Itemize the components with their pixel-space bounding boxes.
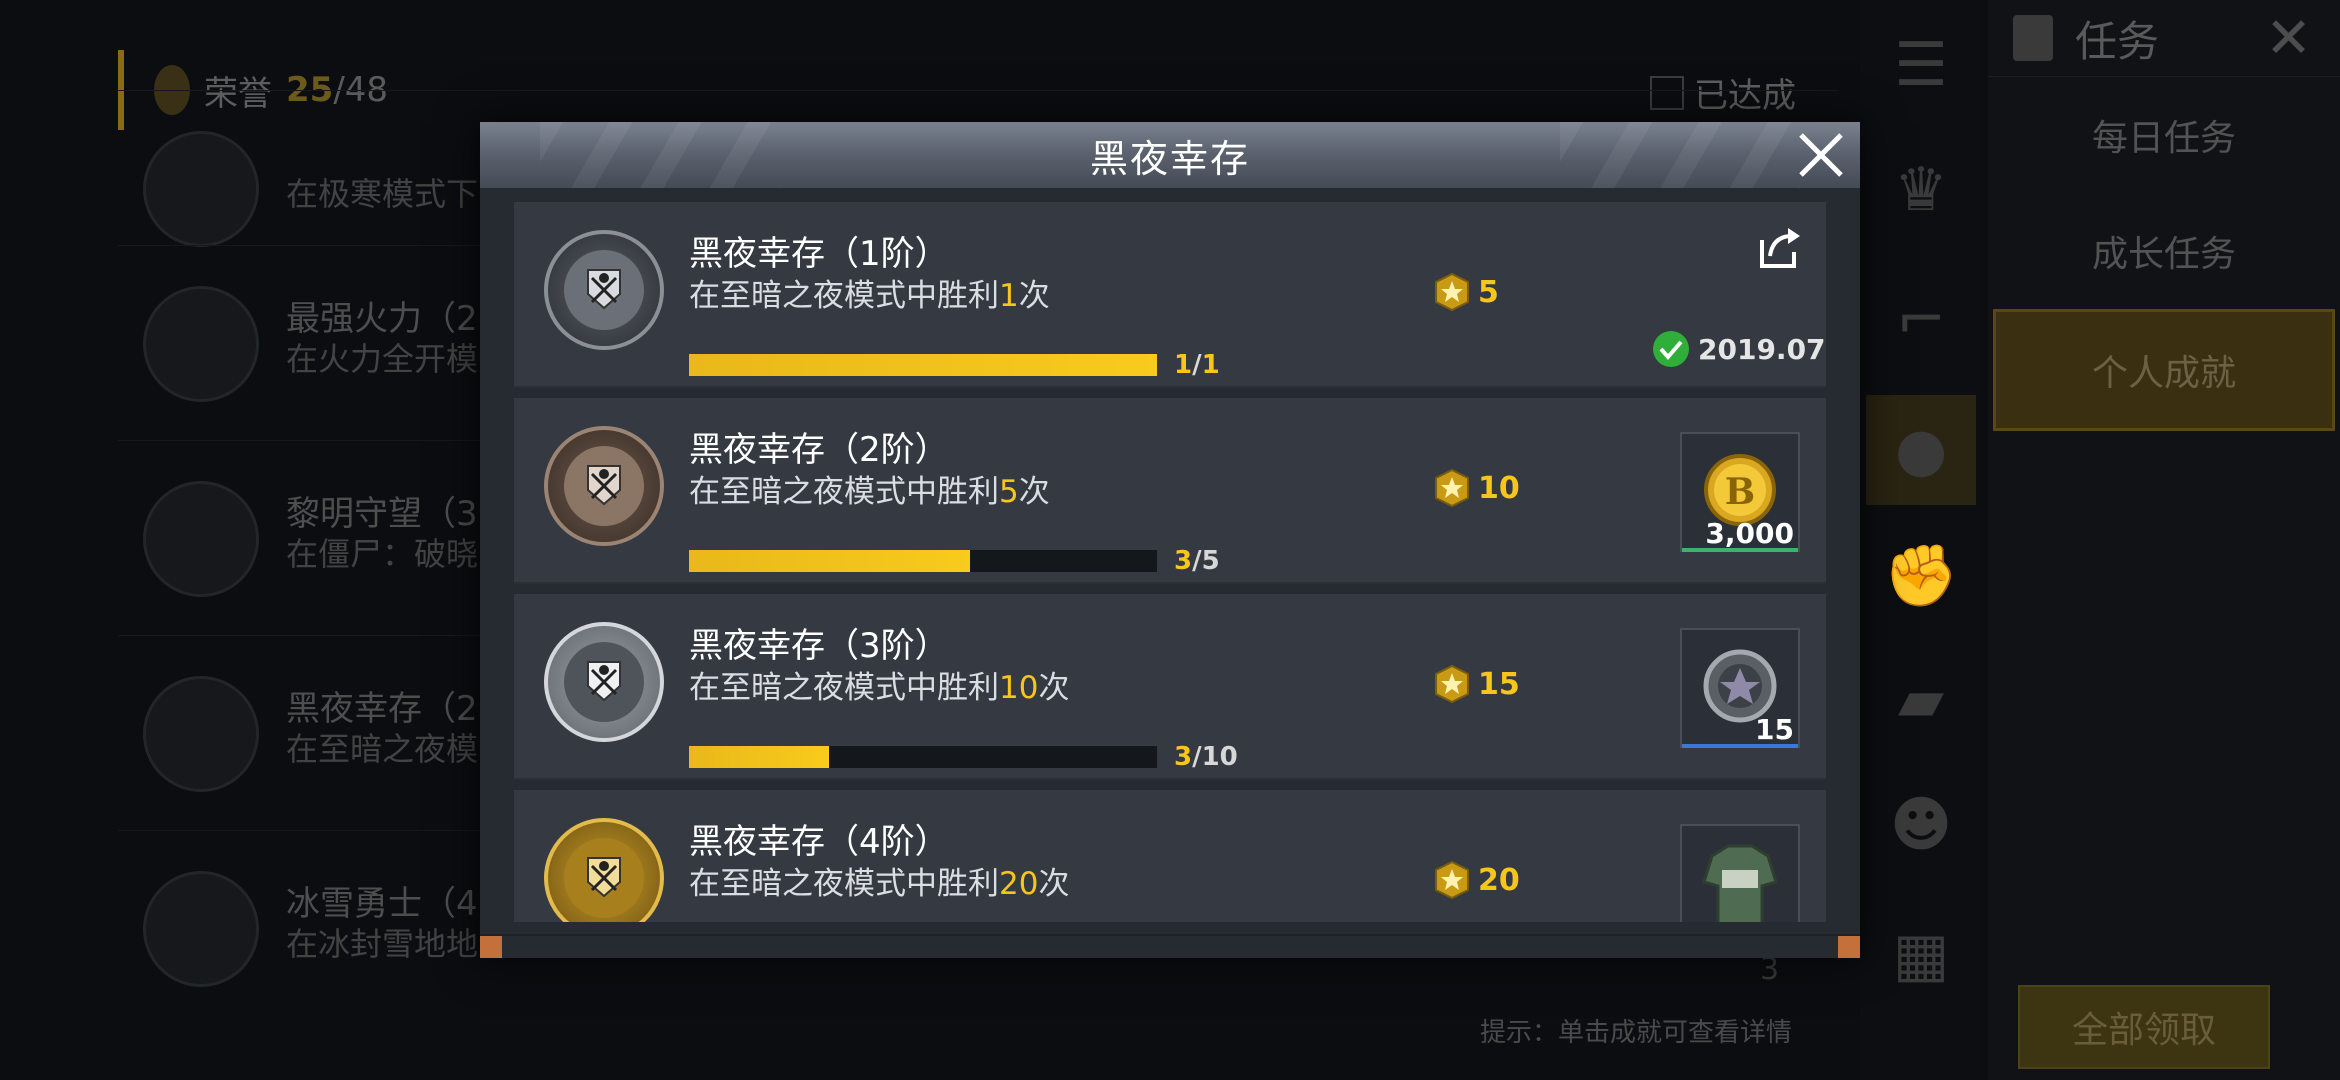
corner-decoration bbox=[480, 936, 502, 958]
list-item-desc: 在火力全开模 bbox=[286, 340, 479, 378]
tier-desc: 在至暗之夜模式中胜利10次 bbox=[689, 670, 1070, 706]
tier-name: 黑夜幸存（1阶） bbox=[689, 234, 949, 274]
friends-icon[interactable]: ☻ bbox=[1876, 780, 1966, 870]
menu-icon[interactable]: ☰ bbox=[1876, 20, 1966, 110]
tier-desc: 在至暗之夜模式中胜利20次 bbox=[689, 866, 1070, 902]
achievement-detail-modal: 黑夜幸存 黑夜幸存（1阶） 在至暗之夜模式中胜利1次 1/1 5 2019.07… bbox=[480, 122, 1860, 958]
progress-bar bbox=[689, 550, 1157, 572]
tier-row-1[interactable]: 黑夜幸存（1阶） 在至暗之夜模式中胜利1次 1/1 5 2019.07.17 bbox=[514, 202, 1826, 388]
vehicle-icon[interactable]: ▰ bbox=[1876, 655, 1966, 745]
progress-count: 3/5 bbox=[1174, 546, 1220, 576]
muscle-icon[interactable]: ✊ bbox=[1876, 530, 1966, 620]
reward-item[interactable] bbox=[1680, 824, 1800, 922]
close-icon bbox=[1799, 133, 1843, 177]
star-badge-icon bbox=[1435, 664, 1469, 704]
close-icon[interactable]: ✕ bbox=[2265, 6, 2312, 71]
reward-amount: 15 bbox=[1755, 713, 1794, 746]
modal-footer bbox=[480, 934, 1860, 958]
tier-desc: 在至暗之夜模式中胜利5次 bbox=[689, 474, 1050, 510]
tier-row-2[interactable]: 黑夜幸存（2阶） 在至暗之夜模式中胜利5次 3/5 10 B 3,000 bbox=[514, 398, 1826, 584]
achievement-points: 5 bbox=[1432, 272, 1499, 312]
list-item-desc: 在僵尸：破晓 bbox=[286, 535, 479, 573]
crossed-rifles-icon bbox=[587, 661, 621, 702]
completion-date: 2019.07.17 bbox=[1698, 332, 1826, 366]
pistol-icon[interactable]: ⌐ bbox=[1876, 275, 1966, 365]
star-badge-icon bbox=[1435, 468, 1469, 508]
task-panel-title: 任务 bbox=[2075, 16, 2160, 66]
reward-item[interactable]: B 3,000 bbox=[1680, 432, 1800, 552]
progress-fill bbox=[689, 354, 1157, 376]
tier-row-3[interactable]: 黑夜幸存（3阶） 在至暗之夜模式中胜利10次 3/10 15 15 bbox=[514, 594, 1826, 780]
task-panel-header: 任务 ✕ bbox=[1988, 0, 2340, 77]
progress-bar bbox=[689, 746, 1157, 768]
tier-desc: 在至暗之夜模式中胜利1次 bbox=[689, 278, 1050, 314]
category-sidebar: ☰ ♛ ⌐ ● ✊ ▰ ☻ ▦ bbox=[1860, 0, 1980, 1080]
task-panel: 任务 ✕ 每日任务 成长任务 个人成就 bbox=[1988, 0, 2340, 1080]
achievement-badge-icon bbox=[143, 131, 259, 247]
check-icon bbox=[1653, 331, 1689, 367]
clipboard-icon bbox=[2013, 15, 2053, 61]
tier-badge-icon bbox=[544, 426, 664, 546]
achievement-badge-icon bbox=[143, 481, 259, 597]
tier-list[interactable]: 黑夜幸存（1阶） 在至暗之夜模式中胜利1次 1/1 5 2019.07.17 黑… bbox=[514, 202, 1826, 922]
completion-status: 2019.07.17 bbox=[1652, 330, 1826, 368]
progress-count: 1/1 bbox=[1174, 350, 1220, 380]
reward-item[interactable]: 15 bbox=[1680, 628, 1800, 748]
tier-name: 黑夜幸存（4阶） bbox=[689, 822, 949, 862]
list-item-title: 黎明守望（3 bbox=[286, 494, 478, 534]
crossed-rifles-icon bbox=[587, 857, 621, 898]
tier-name: 黑夜幸存（3阶） bbox=[689, 626, 949, 666]
achievement-badge-icon bbox=[143, 676, 259, 792]
tier-badge-icon bbox=[544, 230, 664, 350]
medal-category-icon[interactable]: ● bbox=[1866, 395, 1976, 505]
tab-growth-tasks[interactable]: 成长任务 bbox=[1988, 193, 2340, 309]
tier-badge-icon bbox=[544, 622, 664, 742]
achievement-badge-icon bbox=[143, 871, 259, 987]
list-item-desc: 在至暗之夜模 bbox=[286, 730, 479, 768]
share-icon[interactable] bbox=[1754, 222, 1804, 272]
list-item-title: 冰雪勇士（4 bbox=[286, 884, 478, 924]
star-badge-icon bbox=[1435, 860, 1469, 900]
progress-count: 3/10 bbox=[1174, 742, 1238, 772]
modal-close-button[interactable] bbox=[1792, 126, 1850, 184]
progress-fill bbox=[689, 746, 830, 768]
progress-bar bbox=[689, 354, 1157, 376]
tier-row-4[interactable]: 黑夜幸存（4阶） 在至暗之夜模式中胜利20次 20 bbox=[514, 790, 1826, 922]
list-item-title: 黑夜幸存（2 bbox=[286, 689, 478, 729]
star-badge-icon bbox=[1435, 272, 1469, 312]
reward-amount: 3,000 bbox=[1705, 517, 1794, 550]
crossed-rifles-icon bbox=[587, 465, 621, 506]
modal-header: 黑夜幸存 bbox=[480, 122, 1860, 188]
rarity-indicator bbox=[1682, 744, 1798, 748]
achievement-badge-icon bbox=[143, 286, 259, 402]
claim-all-button[interactable]: 全部领取 bbox=[2018, 985, 2270, 1069]
tier-name: 黑夜幸存（2阶） bbox=[689, 430, 949, 470]
modal-title: 黑夜幸存 bbox=[1089, 136, 1250, 181]
list-item-desc: 在极寒模式下 bbox=[286, 175, 479, 213]
corner-decoration bbox=[1838, 936, 1860, 958]
pubg-outfit-icon bbox=[1702, 844, 1778, 922]
grid-icon[interactable]: ▦ bbox=[1876, 910, 1966, 1000]
rarity-indicator bbox=[1682, 548, 1798, 552]
crossed-rifles-icon bbox=[587, 269, 621, 310]
achievement-points: 15 bbox=[1432, 664, 1520, 704]
achievement-points: 20 bbox=[1432, 860, 1520, 900]
list-item-title: 最强火力（2 bbox=[286, 299, 478, 339]
progress-fill bbox=[689, 550, 970, 572]
hint-text: 提示：单击成就可查看详情 bbox=[1480, 1018, 1793, 1048]
crown-icon[interactable]: ♛ bbox=[1876, 145, 1966, 235]
tab-personal-achievements[interactable]: 个人成就 bbox=[1993, 309, 2335, 431]
svg-text:B: B bbox=[1725, 471, 1755, 513]
achievement-points: 10 bbox=[1432, 468, 1520, 508]
tier-badge-icon bbox=[544, 818, 664, 922]
list-item-desc: 在冰封雪地地 bbox=[286, 925, 479, 963]
tab-daily-tasks[interactable]: 每日任务 bbox=[1988, 77, 2340, 193]
